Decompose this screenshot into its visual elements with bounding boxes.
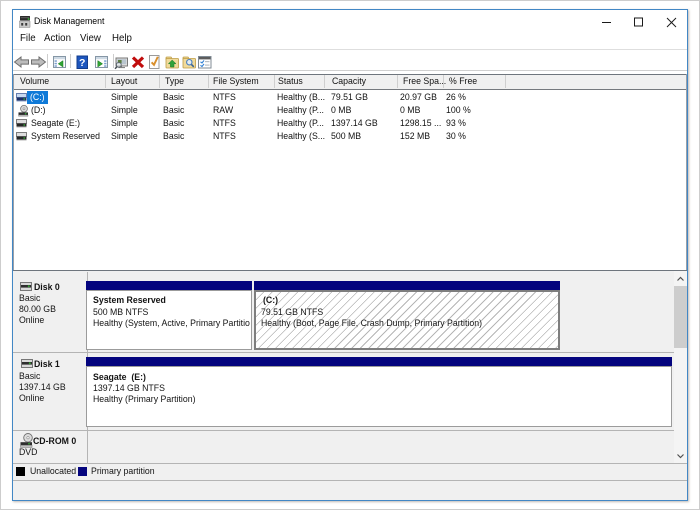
svg-text:?: ?: [79, 57, 85, 69]
